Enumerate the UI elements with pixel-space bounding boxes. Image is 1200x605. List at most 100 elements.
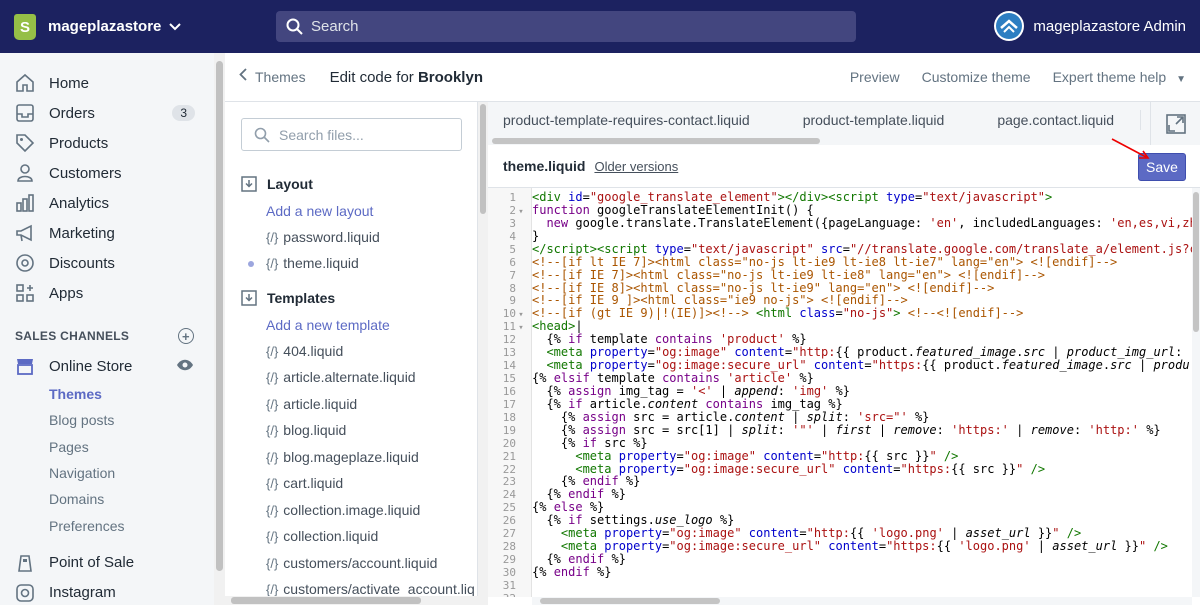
liquid-file-icon: {/} [266,422,279,438]
line-number: 32 [488,592,516,597]
line-number: 12 [502,333,516,347]
back-label: Themes [255,69,306,85]
line-number: 9 [509,294,516,308]
older-versions-link[interactable]: Older versions [594,159,678,174]
code-line[interactable]: 10 ▾ <!--[if (gt IE 9)|!(IE)]><!--> <html … [488,307,1192,321]
file-item[interactable]: {/} collection.image.liquid [266,502,420,518]
sidebar-sub-themes[interactable]: Themes [0,381,214,407]
line-number: 5 [509,242,516,256]
add-new-layout-link[interactable]: Add a new layout [266,203,373,219]
add-channel-icon[interactable]: + [178,328,194,344]
sidebar-item-products[interactable]: Products [0,128,214,158]
liquid-file-icon: {/} [266,449,279,465]
file-item[interactable]: {/} customers/account.liquid [266,555,437,571]
line-number: 6 [509,255,516,269]
open-file-tabs: product-template-requires-contact.liquid… [488,102,1150,137]
tab-product-template-requires-contact[interactable]: product-template-requires-contact.liquid [488,112,776,128]
sidebar-item-point-of-sale[interactable]: Point of Sale [0,548,214,578]
customize-theme-link[interactable]: Customize theme [922,69,1031,85]
expand-editor-button[interactable] [1150,102,1200,145]
code-line[interactable]: 30 {% endif %} [488,565,1192,579]
user-menu[interactable]: mageplazastore Admin [994,11,1186,41]
search-files-input[interactable]: Search files... [241,118,462,151]
line-number: 20 [502,436,516,450]
sidebar-item-customers[interactable]: Customers [0,158,214,188]
tab-page-contact[interactable]: page.contact.liquid [970,112,1140,128]
sidebar-scrollbar[interactable] [214,53,225,605]
line-number: 29 [502,553,516,567]
sidebar-item-label: Customers [49,164,122,182]
line-number: 10 [502,307,516,321]
file-item[interactable]: {/} blog.liquid [266,422,346,438]
sidebar-sub-preferences[interactable]: Preferences [0,512,214,538]
sidebar-item-label: Apps [49,284,84,302]
code-vscrollbar[interactable] [1192,188,1200,597]
file-browser-scrollbar[interactable] [478,102,488,605]
code-line[interactable]: 3 new google.translate.TranslateElement(… [488,216,1192,230]
sales-channels-heading: SALES CHANNELS + [0,321,214,351]
line-number: 28 [502,540,516,554]
search-input[interactable]: Search [276,11,856,42]
avatar [994,11,1025,41]
file-name: cart.liquid [283,475,344,491]
expert-theme-help-dropdown[interactable]: Expert theme help ▼ [1053,69,1186,85]
back-to-themes-link[interactable]: Themes [239,68,306,86]
sidebar-sub-domains[interactable]: Domains [0,486,214,512]
expert-help-label: Expert theme help [1052,69,1167,85]
file-item[interactable]: {/} article.alternate.liquid [266,369,416,385]
tabs-scrollbar-thumb[interactable] [492,138,820,144]
sidebar-item-instagram[interactable]: Instagram [0,578,214,605]
layout-folder[interactable]: Layout [241,176,313,192]
line-number: 4 [509,229,516,243]
sidebar-sub-blog-posts[interactable]: Blog posts [0,407,214,433]
file-bar: theme.liquid Older versions [488,145,1200,188]
line-number: 15 [502,372,516,386]
tab-divider [1140,109,1142,130]
tabs-scrollbar[interactable] [488,137,1150,145]
sidebar-item-analytics[interactable]: Analytics [0,188,214,218]
sidebar-item-orders[interactable]: Orders 3 [0,98,214,128]
code-area[interactable]: 1 <div id="google_translate_element"></di… [488,188,1192,597]
file-item[interactable]: {/} article.liquid [266,396,357,412]
file-browser-hscrollbar-thumb[interactable] [231,597,421,604]
code-vscrollbar-thumb[interactable] [1193,192,1199,332]
code-hscrollbar[interactable] [532,597,1192,605]
sidebar-item-online-store[interactable]: Online Store [0,351,214,381]
file-name: blog.liquid [283,422,347,438]
eye-icon[interactable] [176,358,194,375]
templates-folder[interactable]: Templates [241,290,335,306]
liquid-file-icon: {/} [266,502,279,518]
code-hscrollbar-thumb[interactable] [540,598,720,604]
file-browser-scrollbar-thumb[interactable] [480,104,486,214]
sidebar-item-apps[interactable]: Apps [0,278,214,308]
file-item[interactable]: {/} blog.mageplaze.liquid [266,449,419,465]
line-number: 16 [502,384,516,398]
preview-link[interactable]: Preview [850,69,900,85]
file-item[interactable]: {/} customers/activate_account.liq [266,581,475,597]
sidebar-item-home[interactable]: Home [0,68,214,98]
sidebar-scrollbar-thumb[interactable] [216,61,223,571]
file-item[interactable]: {/} cart.liquid [266,475,343,491]
search-icon [254,127,270,143]
sidebar-item-discounts[interactable]: Discounts [0,248,214,278]
home-icon [15,73,35,93]
sidebar-item-marketing[interactable]: Marketing [0,218,214,248]
file-browser-hscrollbar[interactable] [225,596,478,605]
file-item-active[interactable]: {/} theme.liquid [266,255,359,271]
user-name: mageplazastore Admin [1033,17,1186,35]
line-number: 31 [502,578,516,592]
current-file-name: theme.liquid [503,158,586,174]
file-item[interactable]: {/} collection.liquid [266,528,378,544]
file-item[interactable]: {/} password.liquid [266,229,380,245]
file-item[interactable]: {/} 404.liquid [266,343,343,359]
file-name: blog.mageplaze.liquid [283,449,419,465]
sidebar-sub-pages[interactable]: Pages [0,434,214,460]
liquid-file-icon: {/} [266,369,279,385]
add-new-template-link[interactable]: Add a new template [266,317,390,333]
editor-header: Themes Edit code for Brooklyn Preview Cu… [225,53,1200,102]
sidebar-sub-navigation[interactable]: Navigation [0,460,214,486]
tab-product-template[interactable]: product-template.liquid [776,112,971,128]
liquid-file-icon: {/} [266,229,279,245]
code-line[interactable]: 31 [488,579,1192,592]
store-switcher[interactable]: mageplazastore [0,13,276,40]
